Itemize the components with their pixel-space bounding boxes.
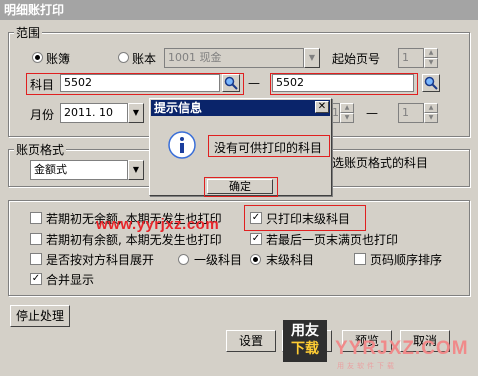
info-icon	[168, 131, 196, 159]
radio-level1-label: 一级科目	[194, 253, 243, 267]
watermark-url: www.yyrjxz.com	[96, 216, 220, 233]
num-to-up-icon[interactable]: ▲	[424, 103, 438, 113]
start-page-input[interactable]: 1	[398, 48, 424, 68]
format-hint: 选账页格式的科目	[332, 156, 429, 170]
month-label: 月份	[30, 108, 55, 122]
dialog-message: 没有可供打印的科目	[214, 141, 323, 155]
watermark-logo: 用友 下载	[283, 320, 327, 362]
radio-account[interactable]	[118, 52, 129, 63]
opt4-checkbox[interactable]: ✓	[250, 233, 262, 245]
chevron-down-icon[interactable]: ▼	[128, 160, 144, 180]
radio-level1[interactable]	[178, 254, 189, 265]
print-window: 明细账打印 范围 账簿 账本 1001 现金 ▼ 起始页号 1 ▲ ▼ 科目 5…	[0, 0, 478, 376]
radio-last-level-label: 末级科目	[266, 253, 315, 267]
account-select[interactable]: 1001 现金	[164, 48, 304, 68]
close-icon[interactable]: ✕	[315, 101, 329, 113]
opt3-label: 若期初有余额, 本期无发生也打印	[46, 233, 222, 247]
opt2-checkbox[interactable]: ✓	[250, 212, 262, 224]
chevron-down-icon[interactable]: ▼	[128, 103, 144, 123]
radio-book-label: 账簿	[46, 52, 71, 66]
opt6-checkbox[interactable]	[354, 253, 366, 265]
watermark-logo-line2: 下载	[291, 341, 319, 357]
num-from-down-icon[interactable]: ▼	[340, 113, 354, 123]
watermark-logo-line1: 用友	[291, 323, 319, 339]
opt4-label: 若最后一页末满页也打印	[266, 233, 399, 247]
subject-range-dash: —	[248, 76, 260, 90]
radio-book[interactable]	[32, 52, 43, 63]
search-icon[interactable]	[422, 74, 440, 92]
opt5-label: 是否按对方科目展开	[46, 253, 155, 267]
num-range-dash: —	[366, 106, 378, 120]
radio-last-level[interactable]	[250, 254, 261, 265]
subject-to-input[interactable]: 5502	[272, 74, 414, 92]
opt2-label: 只打印末级科目	[266, 212, 351, 226]
watermark-brand: YYRJXZ.COM	[335, 338, 469, 359]
start-page-up-icon[interactable]: ▲	[424, 48, 438, 58]
month-select[interactable]: 2011. 10	[60, 103, 128, 123]
opt6-label: 页码顺序排序	[370, 253, 443, 267]
start-page-label: 起始页号	[332, 52, 381, 66]
opt7-label: 合并显示	[46, 273, 95, 287]
num-from-up-icon[interactable]: ▲	[340, 103, 354, 113]
opt5-checkbox[interactable]	[30, 253, 42, 265]
range-legend: 范围	[14, 24, 43, 41]
opt3-checkbox[interactable]	[30, 233, 42, 245]
subject-label: 科目	[30, 78, 55, 92]
stop-button[interactable]: 停止处理	[10, 305, 70, 327]
dialog-title: 提示信息	[151, 100, 330, 116]
subject-from-input[interactable]: 5502	[60, 74, 220, 92]
settings-button[interactable]: 设置	[226, 330, 276, 352]
start-page-down-icon[interactable]: ▼	[424, 58, 438, 68]
radio-account-label: 账本	[132, 52, 157, 66]
ok-button[interactable]: 确定	[207, 179, 273, 194]
num-to-input[interactable]: 1	[398, 103, 424, 123]
watermark-brand-sub: 用友软件下载	[337, 363, 397, 370]
num-to-down-icon[interactable]: ▼	[424, 113, 438, 123]
format-legend: 账页格式	[14, 141, 67, 158]
window-title: 明细账打印	[0, 0, 478, 20]
opt7-checkbox[interactable]: ✓	[30, 273, 42, 285]
info-dialog: 提示信息 ✕ 没有可供打印的科目 确定	[149, 98, 332, 197]
chevron-down-icon[interactable]: ▼	[304, 48, 320, 68]
search-icon[interactable]	[222, 74, 240, 92]
opt1-checkbox[interactable]	[30, 212, 42, 224]
format-select[interactable]: 金额式	[30, 160, 128, 180]
